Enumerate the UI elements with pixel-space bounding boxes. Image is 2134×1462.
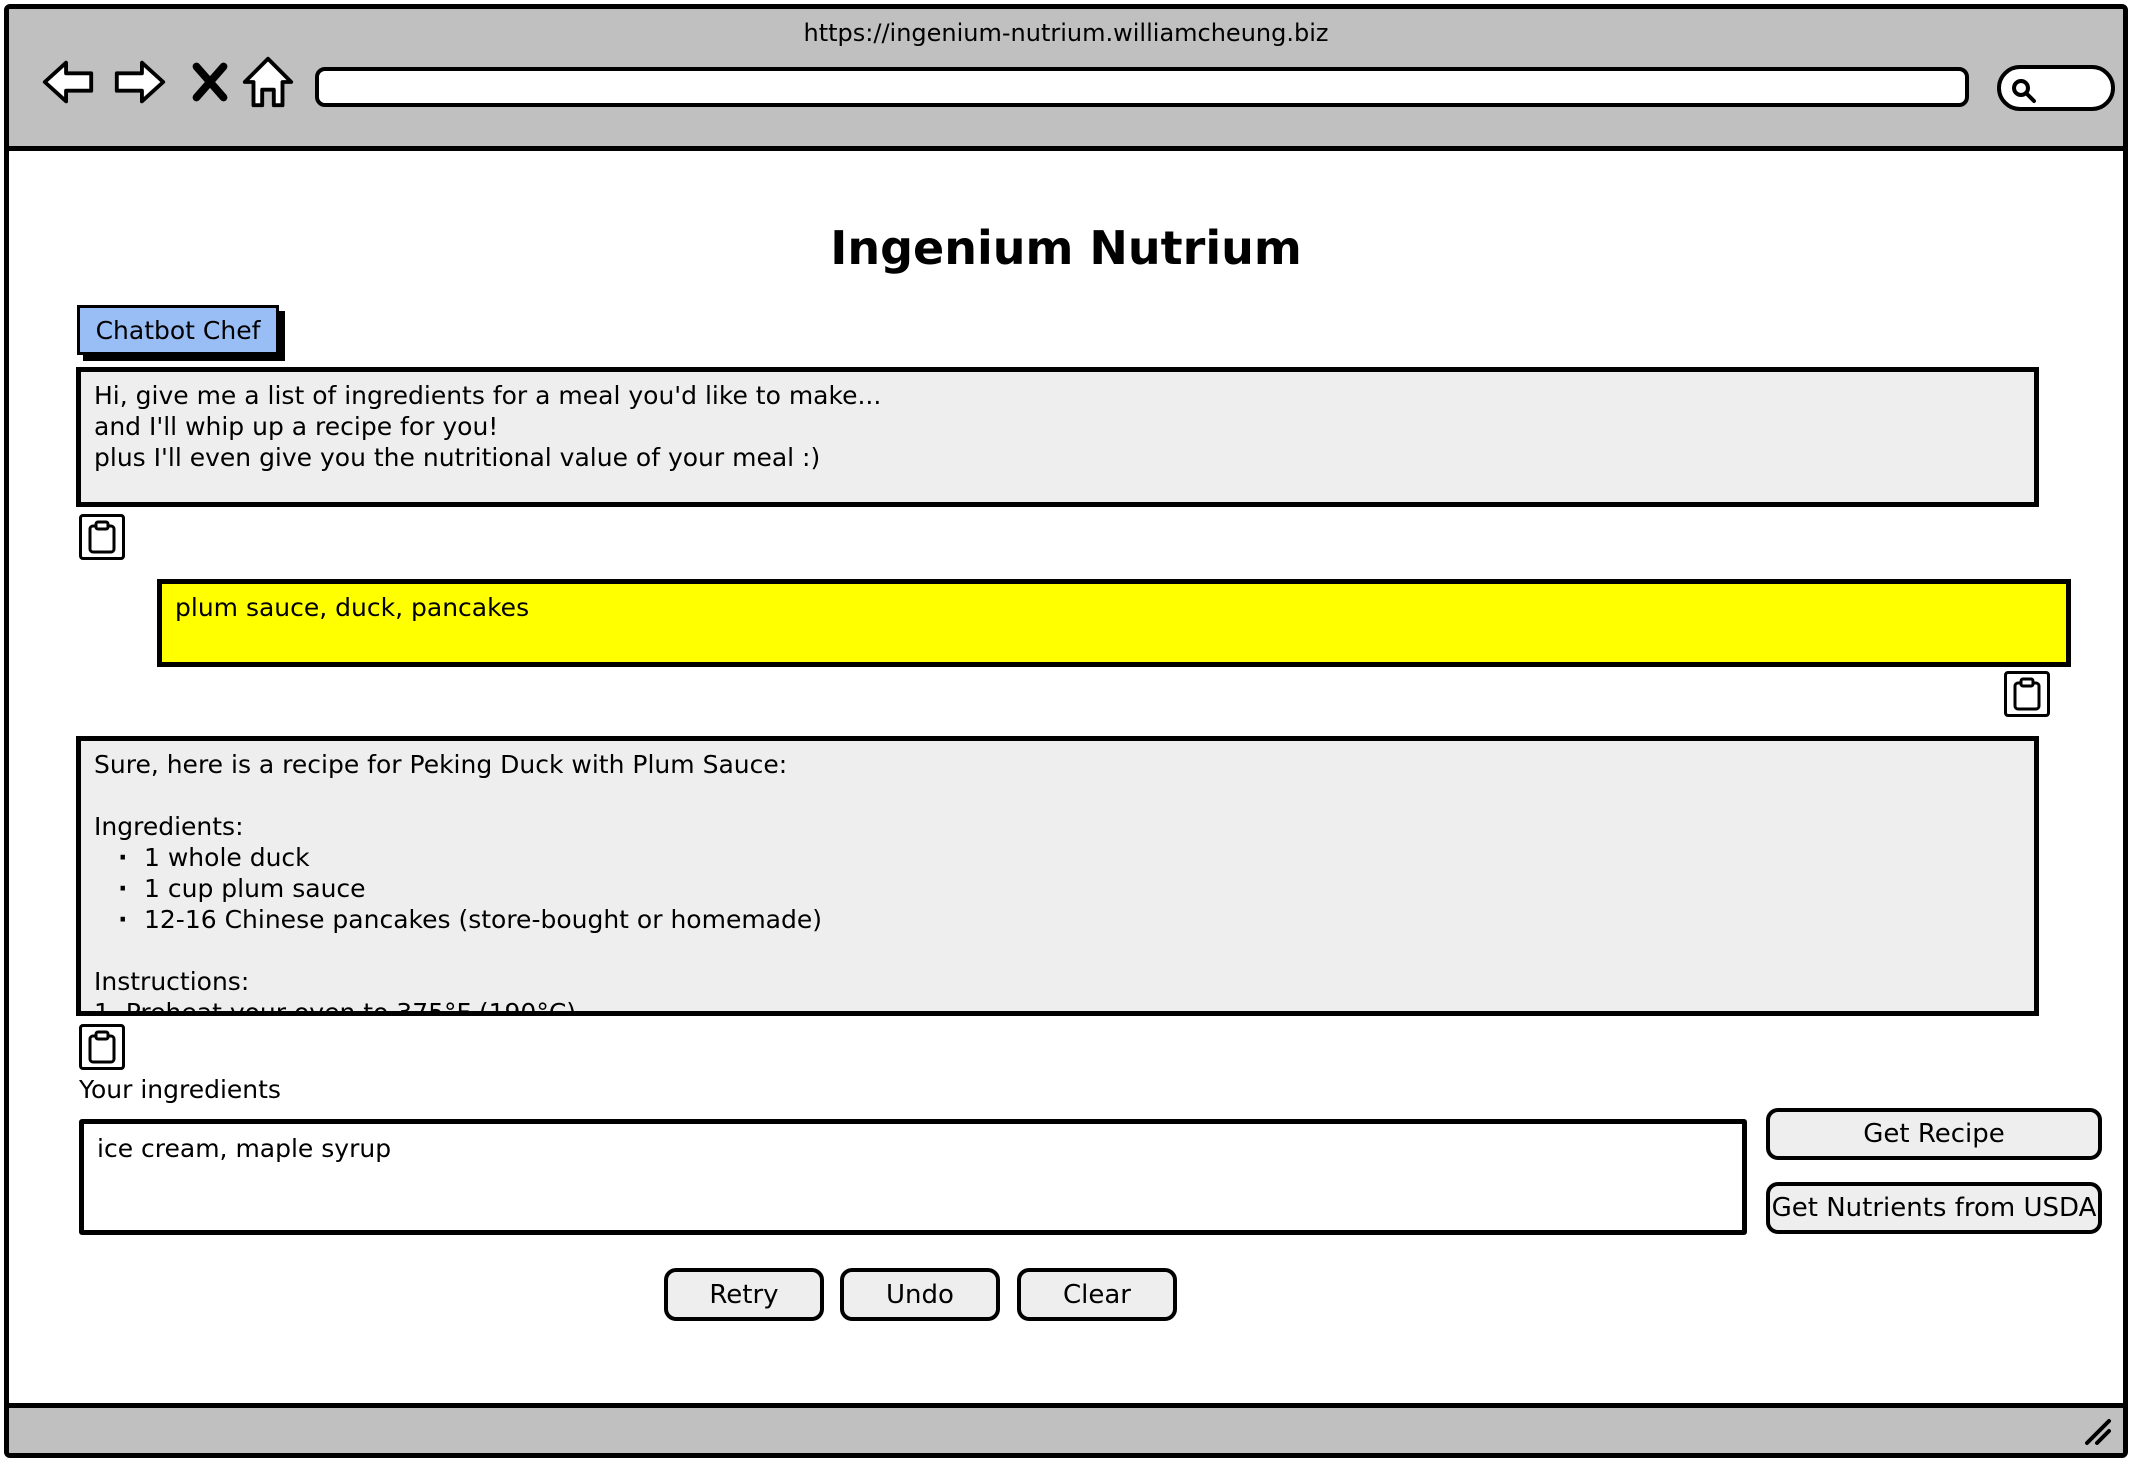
user-message: plum sauce, duck, pancakes bbox=[157, 579, 2071, 667]
ingredients-input[interactable]: ice cream, maple syrup bbox=[79, 1119, 1747, 1235]
stop-icon[interactable] bbox=[179, 51, 241, 113]
bot-greeting-message: Hi, give me a list of ingredients for a … bbox=[76, 367, 2039, 507]
tab-chatbot-chef[interactable]: Chatbot Chef bbox=[77, 305, 279, 355]
ingredients-heading: Ingredients: bbox=[94, 812, 244, 841]
back-icon[interactable] bbox=[37, 51, 99, 113]
instruction-step: 1. Preheat your oven to 375°F (190°C). bbox=[94, 998, 584, 1016]
page-title: Ingenium Nutrium bbox=[830, 221, 1302, 275]
clipboard-icon bbox=[88, 1030, 116, 1064]
url-display: https://ingenium-nutrium.williamcheung.b… bbox=[803, 19, 1329, 47]
browser-chrome: https://ingenium-nutrium.williamcheung.b… bbox=[9, 9, 2123, 151]
status-bar bbox=[9, 1403, 2123, 1453]
instructions-heading: Instructions: bbox=[94, 967, 250, 996]
get-nutrients-button[interactable]: Get Nutrients from USDA bbox=[1766, 1182, 2102, 1234]
resize-grip-icon[interactable] bbox=[2079, 1413, 2113, 1447]
recipe-intro: Sure, here is a recipe for Peking Duck w… bbox=[94, 750, 788, 779]
ingredients-list: 1 whole duck 1 cup plum sauce 12-16 Chin… bbox=[94, 842, 2021, 935]
copy-greeting-button[interactable] bbox=[79, 514, 125, 560]
retry-button[interactable]: Retry bbox=[664, 1268, 824, 1321]
list-item: 1 whole duck bbox=[118, 842, 2021, 873]
clipboard-icon bbox=[88, 520, 116, 554]
copy-recipe-button[interactable] bbox=[79, 1024, 125, 1070]
list-item: 12-16 Chinese pancakes (store-bought or … bbox=[118, 904, 2021, 935]
get-recipe-button[interactable]: Get Recipe bbox=[1766, 1108, 2102, 1160]
browser-search-field[interactable] bbox=[1997, 65, 2115, 111]
search-icon bbox=[2012, 79, 2036, 103]
ingredients-label: Your ingredients bbox=[79, 1075, 281, 1104]
bot-recipe-message: Sure, here is a recipe for Peking Duck w… bbox=[76, 736, 2039, 1016]
list-item: 1 cup plum sauce bbox=[118, 873, 2021, 904]
clear-button[interactable]: Clear bbox=[1017, 1268, 1177, 1321]
copy-user-message-button[interactable] bbox=[2004, 671, 2050, 717]
browser-window: https://ingenium-nutrium.williamcheung.b… bbox=[4, 4, 2128, 1458]
home-icon[interactable] bbox=[237, 51, 299, 113]
clipboard-icon bbox=[2013, 677, 2041, 711]
forward-icon[interactable] bbox=[109, 51, 171, 113]
address-bar[interactable] bbox=[315, 67, 1969, 107]
undo-button[interactable]: Undo bbox=[840, 1268, 1000, 1321]
